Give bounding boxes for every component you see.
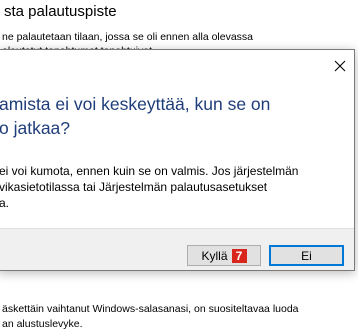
- screen: sta palautuspiste ne palautetaan tilaan,…: [0, 0, 358, 335]
- dialog-question: amista ei voi keskeyttää, kun se on o ja…: [0, 92, 339, 140]
- wizard-note-line1: äskettäin vaihtanut Windows-salasanasi, …: [2, 303, 299, 315]
- wizard-note-line2: an alustuslevyke.: [2, 318, 83, 330]
- close-icon: [334, 60, 346, 72]
- wizard-description-line1: ne palautetaan tilaan, jossa se oli enne…: [2, 31, 254, 43]
- dialog-body-line3: a.: [0, 196, 10, 210]
- close-button[interactable]: [330, 56, 350, 76]
- no-button[interactable]: Ei: [269, 245, 344, 266]
- confirm-dialog: amista ei voi keskeyttää, kun se on o ja…: [0, 49, 355, 271]
- dialog-question-line2: o jatkaa?: [0, 118, 71, 138]
- yes-button[interactable]: Kyllä 7: [187, 245, 261, 266]
- dialog-body-line2: vikasietotilassa tai Järjestelmän palaut…: [0, 180, 268, 194]
- yes-button-label: Kyllä: [201, 248, 228, 263]
- dialog-body: ei voi kumota, ennen kuin se on valmis. …: [0, 163, 357, 211]
- shortcut-badge: 7: [231, 248, 247, 263]
- wizard-title: sta palautuspiste: [4, 3, 117, 20]
- dialog-question-line1: amista ei voi keskeyttää, kun se on: [0, 94, 271, 114]
- no-button-label: Ei: [301, 248, 312, 263]
- dialog-body-line1: ei voi kumota, ennen kuin se on valmis. …: [0, 164, 299, 178]
- wizard-note: äskettäin vaihtanut Windows-salasanasi, …: [2, 302, 358, 332]
